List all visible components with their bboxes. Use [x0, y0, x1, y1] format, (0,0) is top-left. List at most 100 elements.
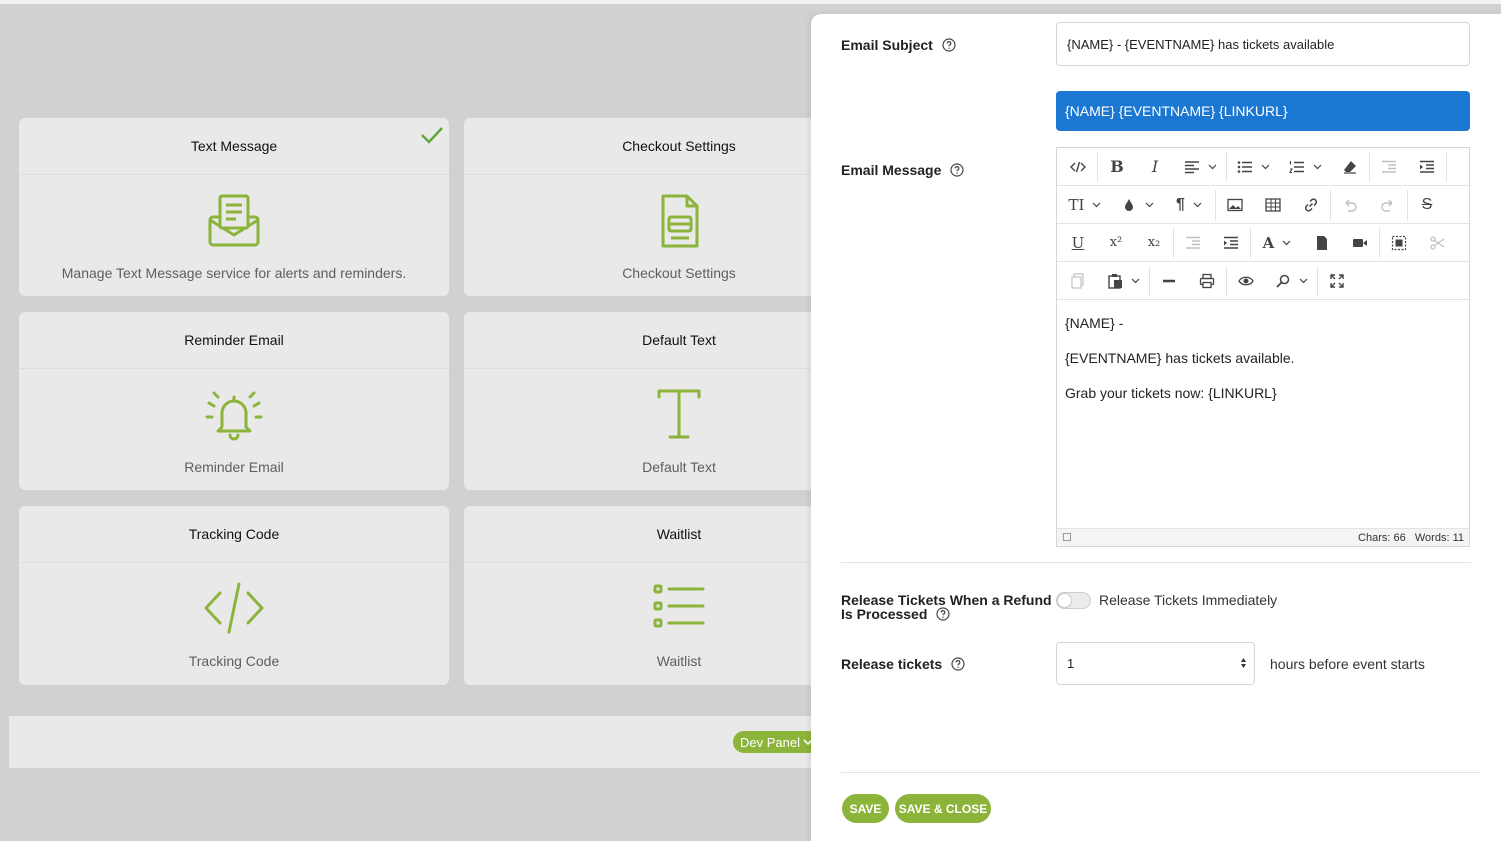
chevron-down-icon: [1193, 202, 1202, 208]
select-all-icon[interactable]: [1380, 224, 1418, 262]
email-message-label: Email Message: [841, 162, 964, 178]
editor-line: Grab your tickets now: {LINKURL}: [1065, 385, 1277, 401]
divider: [841, 772, 1481, 773]
italic-icon[interactable]: I: [1136, 148, 1174, 186]
card-description: Manage Text Message service for alerts a…: [61, 265, 407, 281]
image-icon[interactable]: [1216, 186, 1254, 224]
redo-icon[interactable]: [1369, 186, 1407, 224]
font-size-icon[interactable]: TI: [1059, 186, 1111, 224]
release-immediately-label: Release Tickets Immediately: [1099, 592, 1278, 608]
bullet-list-icon[interactable]: [1227, 148, 1279, 186]
card-tracking-code[interactable]: Tracking Code Tracking Code: [19, 506, 449, 685]
chevron-down-icon: [1131, 278, 1139, 284]
card-description: Tracking Code: [188, 653, 280, 669]
footer-bar: [9, 716, 819, 768]
card-title: Waitlist: [656, 526, 702, 542]
underline-icon[interactable]: U: [1059, 224, 1097, 262]
outdent-icon[interactable]: [1370, 148, 1408, 186]
text-icon: [657, 389, 701, 439]
editor-line: {NAME} -: [1065, 315, 1124, 331]
editor-toolbar-row: [1057, 262, 1469, 300]
bell-icon: [205, 391, 263, 441]
paste-icon[interactable]: [1097, 262, 1149, 300]
release-hours-suffix: hours before event starts: [1270, 656, 1425, 672]
release-tickets-label: Release tickets: [841, 656, 965, 672]
editor-toolbar-row: TI ¶ S: [1057, 186, 1469, 224]
video-icon[interactable]: [1341, 224, 1379, 262]
chevron-down-icon: [1208, 164, 1216, 170]
editor-toolbar-row: B I: [1057, 148, 1469, 186]
horizontal-rule-icon[interactable]: [1150, 262, 1188, 300]
card-description: Default Text: [642, 459, 716, 475]
outdent-icon[interactable]: [1174, 224, 1212, 262]
chevron-down-icon: [1093, 202, 1101, 208]
email-subject-label: Email Subject: [841, 37, 956, 53]
color-drop-icon[interactable]: [1111, 186, 1163, 224]
divider: [841, 562, 1471, 563]
bold-icon[interactable]: B: [1098, 148, 1136, 186]
envelope-icon: [208, 194, 260, 247]
card-text-message[interactable]: Text Message Manage Text Message service…: [19, 118, 449, 296]
list-icon: [653, 584, 705, 628]
numbered-list-icon[interactable]: [1279, 148, 1331, 186]
find-replace-icon[interactable]: [1265, 262, 1317, 300]
editor-toolbar-row: U x² x₂ A: [1057, 224, 1469, 262]
resize-grip-icon[interactable]: [1063, 533, 1071, 541]
undo-icon[interactable]: [1331, 186, 1369, 224]
help-icon[interactable]: [951, 657, 965, 671]
card-description: Reminder Email: [184, 459, 284, 475]
merge-tags-bar[interactable]: {NAME} {EVENTNAME} {LINKURL}: [1056, 91, 1470, 131]
strikethrough-icon[interactable]: S: [1408, 186, 1446, 224]
chevron-down-icon: [1313, 164, 1321, 170]
editor-content[interactable]: {NAME} - {EVENTNAME} has tickets availab…: [1057, 300, 1469, 528]
code-view-icon[interactable]: [1059, 148, 1097, 186]
file-icon[interactable]: [1303, 224, 1341, 262]
release-immediately-toggle[interactable]: [1056, 592, 1091, 609]
table-icon[interactable]: [1254, 186, 1292, 224]
chevron-down-icon: [1299, 278, 1307, 284]
editor-counts: Chars: 66 Words: 11: [1358, 531, 1464, 544]
indent-icon[interactable]: [1212, 224, 1250, 262]
email-subject-input[interactable]: {NAME} - {EVENTNAME} has tickets availab…: [1056, 22, 1470, 66]
checkout-icon: [661, 194, 699, 248]
cut-icon[interactable]: [1418, 224, 1456, 262]
paragraph-icon[interactable]: ¶: [1163, 186, 1215, 224]
link-icon[interactable]: [1292, 186, 1330, 224]
top-bar: [0, 0, 1501, 4]
card-description: Checkout Settings: [622, 265, 736, 281]
help-icon[interactable]: [936, 607, 950, 621]
editor-line: {EVENTNAME} has tickets available.: [1065, 350, 1295, 366]
card-description: Waitlist: [656, 653, 702, 669]
save-close-button[interactable]: SAVE & CLOSE: [895, 794, 991, 823]
settings-panel: Email Subject {NAME} - {EVENTNAME} has t…: [811, 14, 1501, 841]
card-title: Reminder Email: [184, 332, 284, 348]
card-title: Checkout Settings: [622, 138, 736, 154]
card-title: Text Message: [190, 138, 278, 154]
preview-eye-icon[interactable]: [1227, 262, 1265, 300]
dev-panel-label: Dev Panel: [740, 734, 800, 750]
eraser-icon[interactable]: [1331, 148, 1369, 186]
help-icon[interactable]: [942, 38, 956, 52]
card-reminder-email[interactable]: Reminder Email Reminder Email: [19, 312, 449, 490]
print-icon[interactable]: [1188, 262, 1226, 300]
card-title: Default Text: [642, 332, 716, 348]
stepper-arrows-icon[interactable]: [1240, 657, 1247, 669]
font-family-icon[interactable]: A: [1251, 224, 1303, 262]
chevron-down-icon: [1261, 164, 1269, 170]
release-hours-stepper[interactable]: 1: [1056, 642, 1255, 685]
align-icon[interactable]: [1174, 148, 1226, 186]
chevron-down-icon: [1282, 240, 1291, 246]
copy-icon[interactable]: [1059, 262, 1097, 300]
checkmark-icon: [421, 127, 443, 144]
card-title: Tracking Code: [188, 526, 280, 542]
save-button[interactable]: SAVE: [842, 794, 889, 823]
rich-text-editor: B I TI ¶ S U x² x₂ A {NAME} - {EVENTNAME…: [1056, 147, 1470, 547]
superscript-icon[interactable]: x²: [1097, 224, 1135, 262]
fullscreen-icon[interactable]: [1318, 262, 1356, 300]
subscript-icon[interactable]: x₂: [1135, 224, 1173, 262]
indent-icon[interactable]: [1408, 148, 1446, 186]
help-icon[interactable]: [950, 163, 964, 177]
editor-status-bar: Chars: 66 Words: 11: [1057, 528, 1469, 546]
dev-panel-button[interactable]: Dev Panel: [733, 731, 819, 753]
chevron-down-icon: [1145, 202, 1153, 208]
